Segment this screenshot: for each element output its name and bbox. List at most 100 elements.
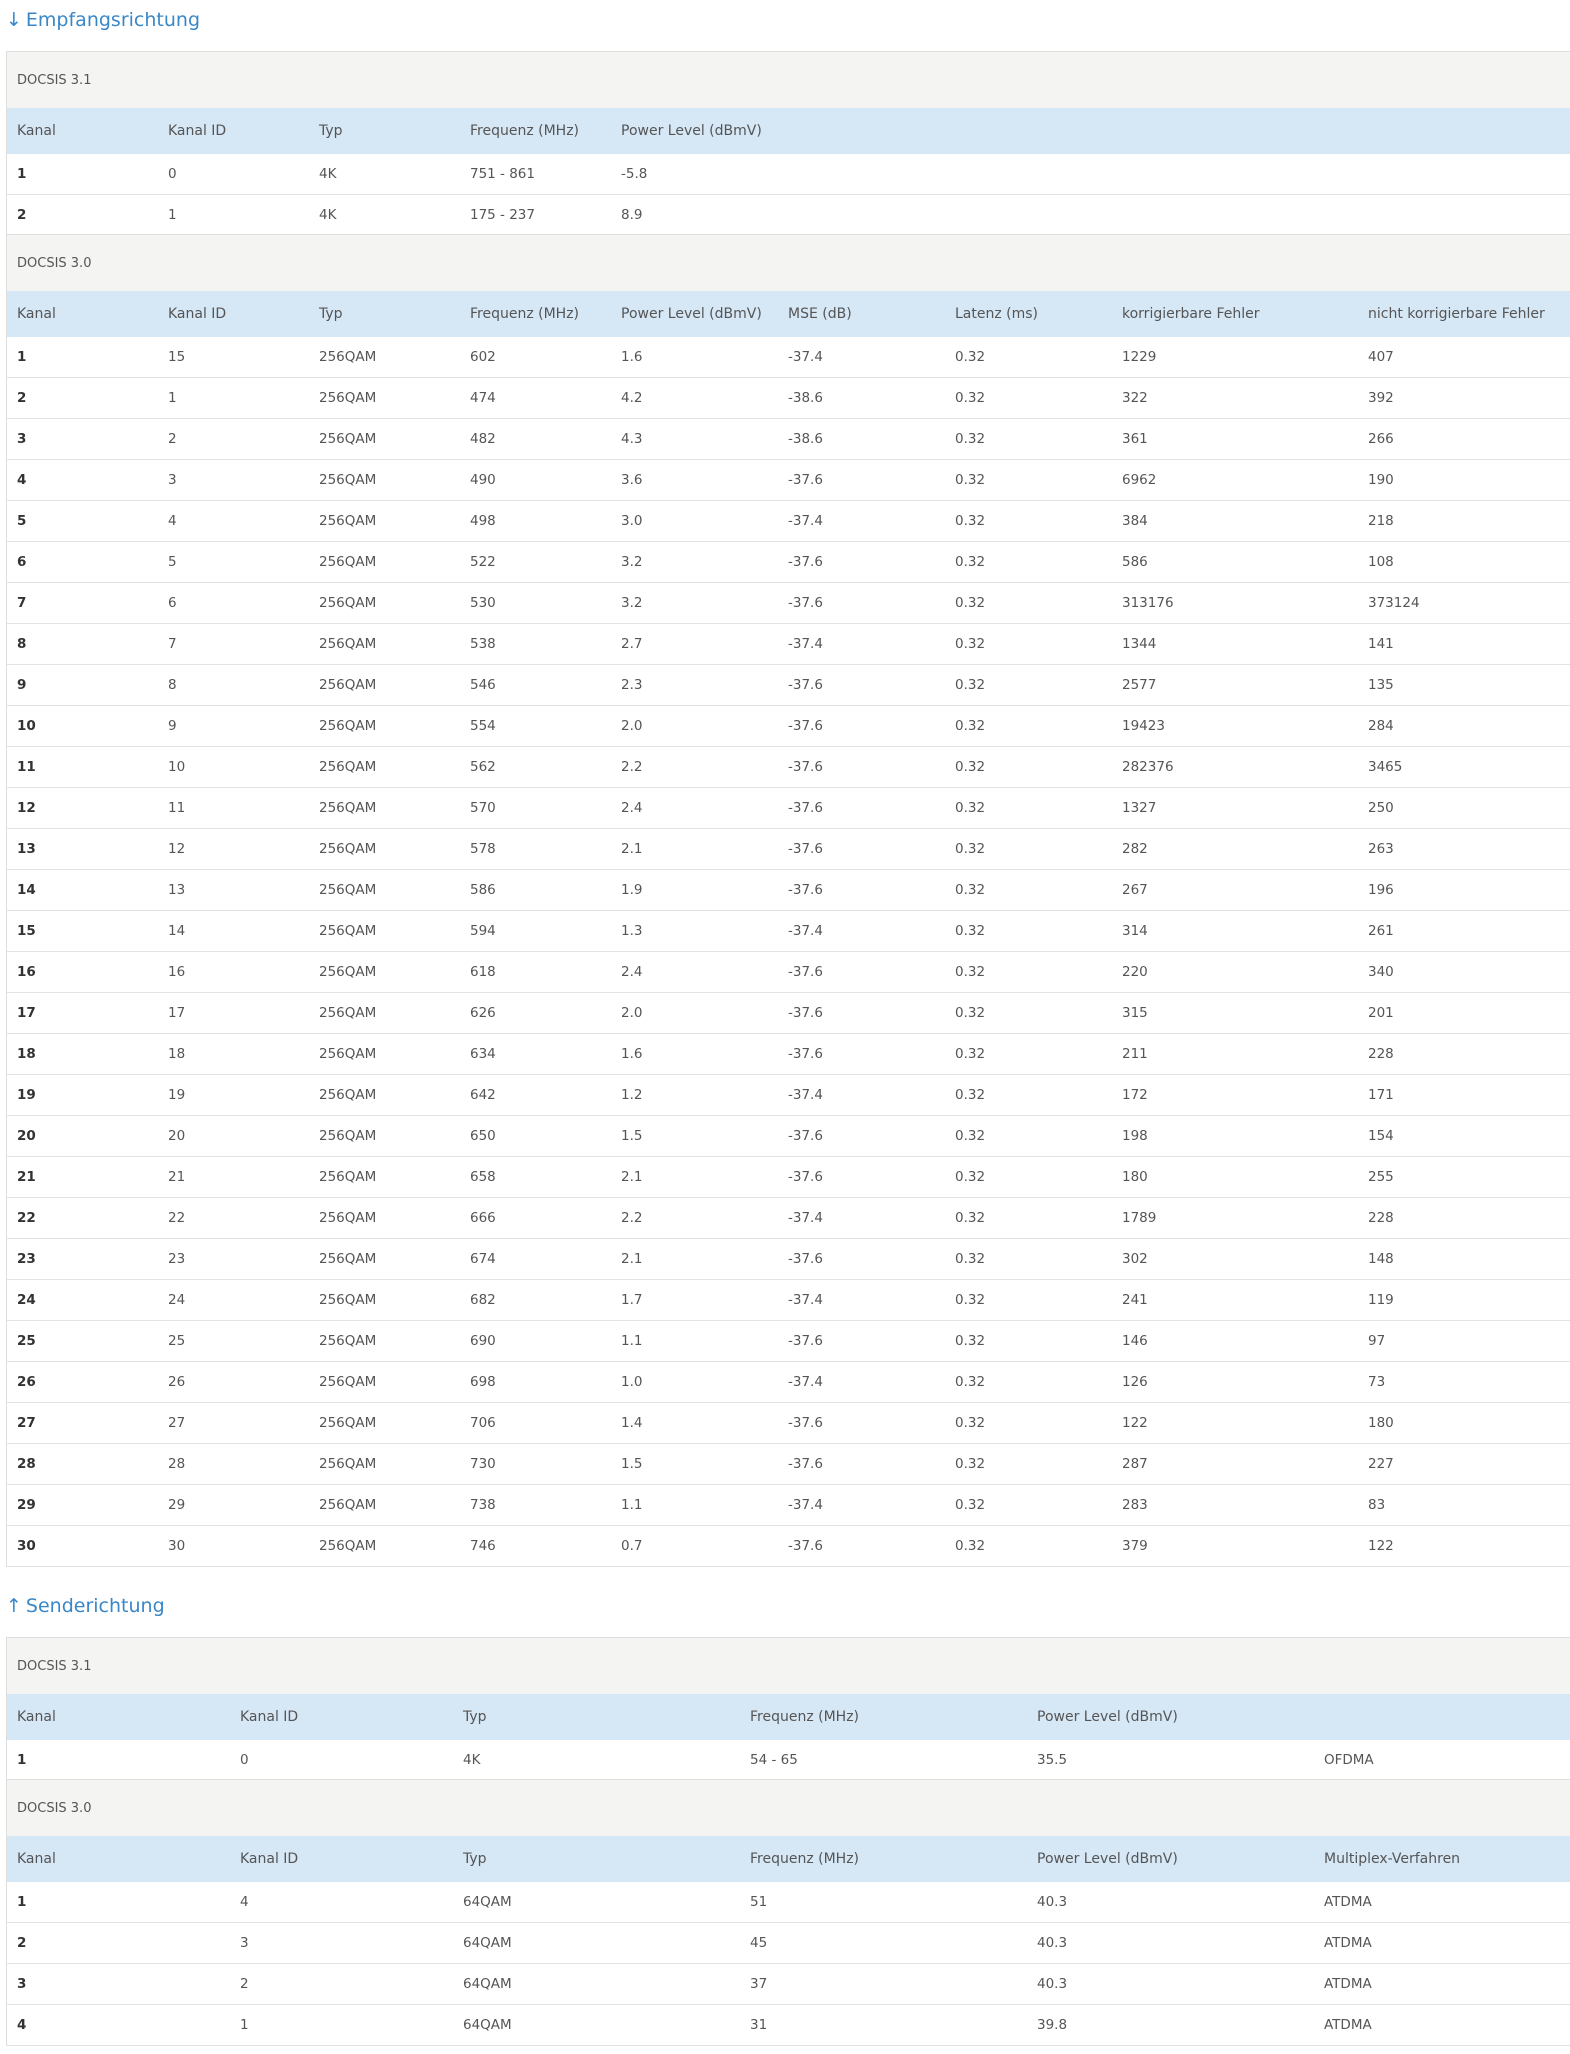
table-cell: 482 <box>460 418 611 460</box>
table-cell: 554 <box>460 705 611 747</box>
column-header: Typ <box>309 108 460 154</box>
table-row: 9 8 256QAM 546 2.3 -37.6 0.32 2577 135 <box>7 664 1570 706</box>
arrow-down-icon: ↓ <box>6 9 22 31</box>
table-cell: 706 <box>460 1402 611 1444</box>
table-cell: 570 <box>460 787 611 829</box>
table-cell: -37.6 <box>778 1402 945 1444</box>
table-cell: 1 <box>230 2004 453 2046</box>
table-cell: 1.0 <box>611 1361 778 1403</box>
table-cell: -37.6 <box>778 459 945 501</box>
table-cell: 180 <box>1358 1402 1570 1444</box>
table-cell: 1789 <box>1112 1197 1358 1239</box>
table-cell: 19 <box>158 1074 309 1116</box>
table-cell: 220 <box>1112 951 1358 993</box>
table-cell-kanal: 3 <box>7 1963 230 2005</box>
upstream-docsis31-block: DOCSIS 3.1 Kanal Kanal ID Typ Frequenz (… <box>6 1637 1570 1781</box>
table-cell: 256QAM <box>309 1074 460 1116</box>
table-cell: 302 <box>1112 1238 1358 1280</box>
table-cell: 2.0 <box>611 705 778 747</box>
table-cell-kanal: 12 <box>7 787 158 829</box>
table-cell: -37.6 <box>778 787 945 829</box>
table-cell: 0.32 <box>945 1484 1112 1526</box>
table-cell: 141 <box>1358 623 1570 665</box>
table-cell: 45 <box>740 1922 1027 1964</box>
table-cell: -37.6 <box>778 1115 945 1157</box>
table-cell: 24 <box>158 1279 309 1321</box>
table-cell: -37.4 <box>778 337 945 378</box>
table-cell: 498 <box>460 500 611 542</box>
table-cell: 0.32 <box>945 1238 1112 1280</box>
table-cell: -37.4 <box>778 623 945 665</box>
table-cell: 6962 <box>1112 459 1358 501</box>
column-header: Latenz (ms) <box>945 291 1112 337</box>
table-row: 27 27 256QAM 706 1.4 -37.6 0.32 122 180 <box>7 1402 1570 1444</box>
table-cell: 171 <box>1358 1074 1570 1116</box>
table-cell: -37.6 <box>778 1238 945 1280</box>
table-cell: 30 <box>158 1525 309 1567</box>
table-cell: 0.32 <box>945 664 1112 706</box>
table-cell: 0.32 <box>945 1033 1112 1075</box>
column-header: Kanal ID <box>230 1836 453 1882</box>
table-cell: 135 <box>1358 664 1570 706</box>
table-cell: 218 <box>1358 500 1570 542</box>
table-cell: 97 <box>1358 1320 1570 1362</box>
table-cell: 1.5 <box>611 1115 778 1157</box>
table-cell-kanal: 6 <box>7 541 158 583</box>
table-cell: 3.2 <box>611 582 778 624</box>
table-cell: -37.6 <box>778 992 945 1034</box>
table-cell: 314 <box>1112 910 1358 952</box>
table-cell: 538 <box>460 623 611 665</box>
table-row: 28 28 256QAM 730 1.5 -37.6 0.32 287 227 <box>7 1443 1570 1485</box>
table-row: 22 22 256QAM 666 2.2 -37.4 0.32 1789 228 <box>7 1197 1570 1239</box>
table-cell: 20 <box>158 1115 309 1157</box>
table-cell: ATDMA <box>1314 1922 1570 1964</box>
table-cell: 373124 <box>1358 582 1570 624</box>
column-header: Kanal ID <box>158 291 309 337</box>
table-cell: 8.9 <box>611 194 778 236</box>
table-cell: 175 - 237 <box>460 194 611 236</box>
table-cell: 228 <box>1358 1033 1570 1075</box>
downstream-docsis30-table: DOCSIS 3.0 Kanal Kanal ID Typ Frequenz (… <box>7 234 1570 1567</box>
table-row: 29 29 256QAM 738 1.1 -37.4 0.32 283 83 <box>7 1484 1570 1526</box>
table-cell: 256QAM <box>309 1443 460 1485</box>
column-header: Kanal <box>7 1694 230 1740</box>
table-cell: 13 <box>158 869 309 911</box>
table-row: 15 14 256QAM 594 1.3 -37.4 0.32 314 261 <box>7 910 1570 952</box>
table-cell: 1344 <box>1112 623 1358 665</box>
table-cell: 0.32 <box>945 582 1112 624</box>
table-cell-kanal: 17 <box>7 992 158 1034</box>
table-cell-kanal: 9 <box>7 664 158 706</box>
table-cell: 256QAM <box>309 1156 460 1198</box>
table-cell: 14 <box>158 910 309 952</box>
table-cell: 15 <box>158 337 309 378</box>
table-cell: 0.32 <box>945 1197 1112 1239</box>
table-cell: 263 <box>1358 828 1570 870</box>
table-cell: 4 <box>230 1882 453 1923</box>
table-row: 16 16 256QAM 618 2.4 -37.6 0.32 220 340 <box>7 951 1570 993</box>
table-cell: 1 <box>158 194 309 236</box>
table-cell: 1.5 <box>611 1443 778 1485</box>
table-row: 1 0 4K 54 - 65 35.5 OFDMA <box>7 1740 1570 1781</box>
table-row: 2 1 256QAM 474 4.2 -38.6 0.32 322 392 <box>7 377 1570 419</box>
table-cell: 256QAM <box>309 992 460 1034</box>
table-cell: 2.7 <box>611 623 778 665</box>
table-cell: -37.6 <box>778 664 945 706</box>
table-cell: 256QAM <box>309 1402 460 1444</box>
table-cell: 5 <box>158 541 309 583</box>
table-cell: 0.32 <box>945 1443 1112 1485</box>
table-cell: 256QAM <box>309 1525 460 1567</box>
table-cell: -5.8 <box>611 154 778 195</box>
table-cell: 1327 <box>1112 787 1358 829</box>
table-row: 4 3 256QAM 490 3.6 -37.6 0.32 6962 190 <box>7 459 1570 501</box>
table-cell: 0.32 <box>945 541 1112 583</box>
table-cell: 122 <box>1358 1525 1570 1567</box>
table-cell-kanal: 19 <box>7 1074 158 1116</box>
table-cell: 17 <box>158 992 309 1034</box>
table-cell-kanal: 22 <box>7 1197 158 1239</box>
table-cell: 11 <box>158 787 309 829</box>
table-cell: 267 <box>1112 869 1358 911</box>
table-cell: 698 <box>460 1361 611 1403</box>
table-cell: 282 <box>1112 828 1358 870</box>
table-cell: 751 - 861 <box>460 154 611 195</box>
table-cell: 18 <box>158 1033 309 1075</box>
